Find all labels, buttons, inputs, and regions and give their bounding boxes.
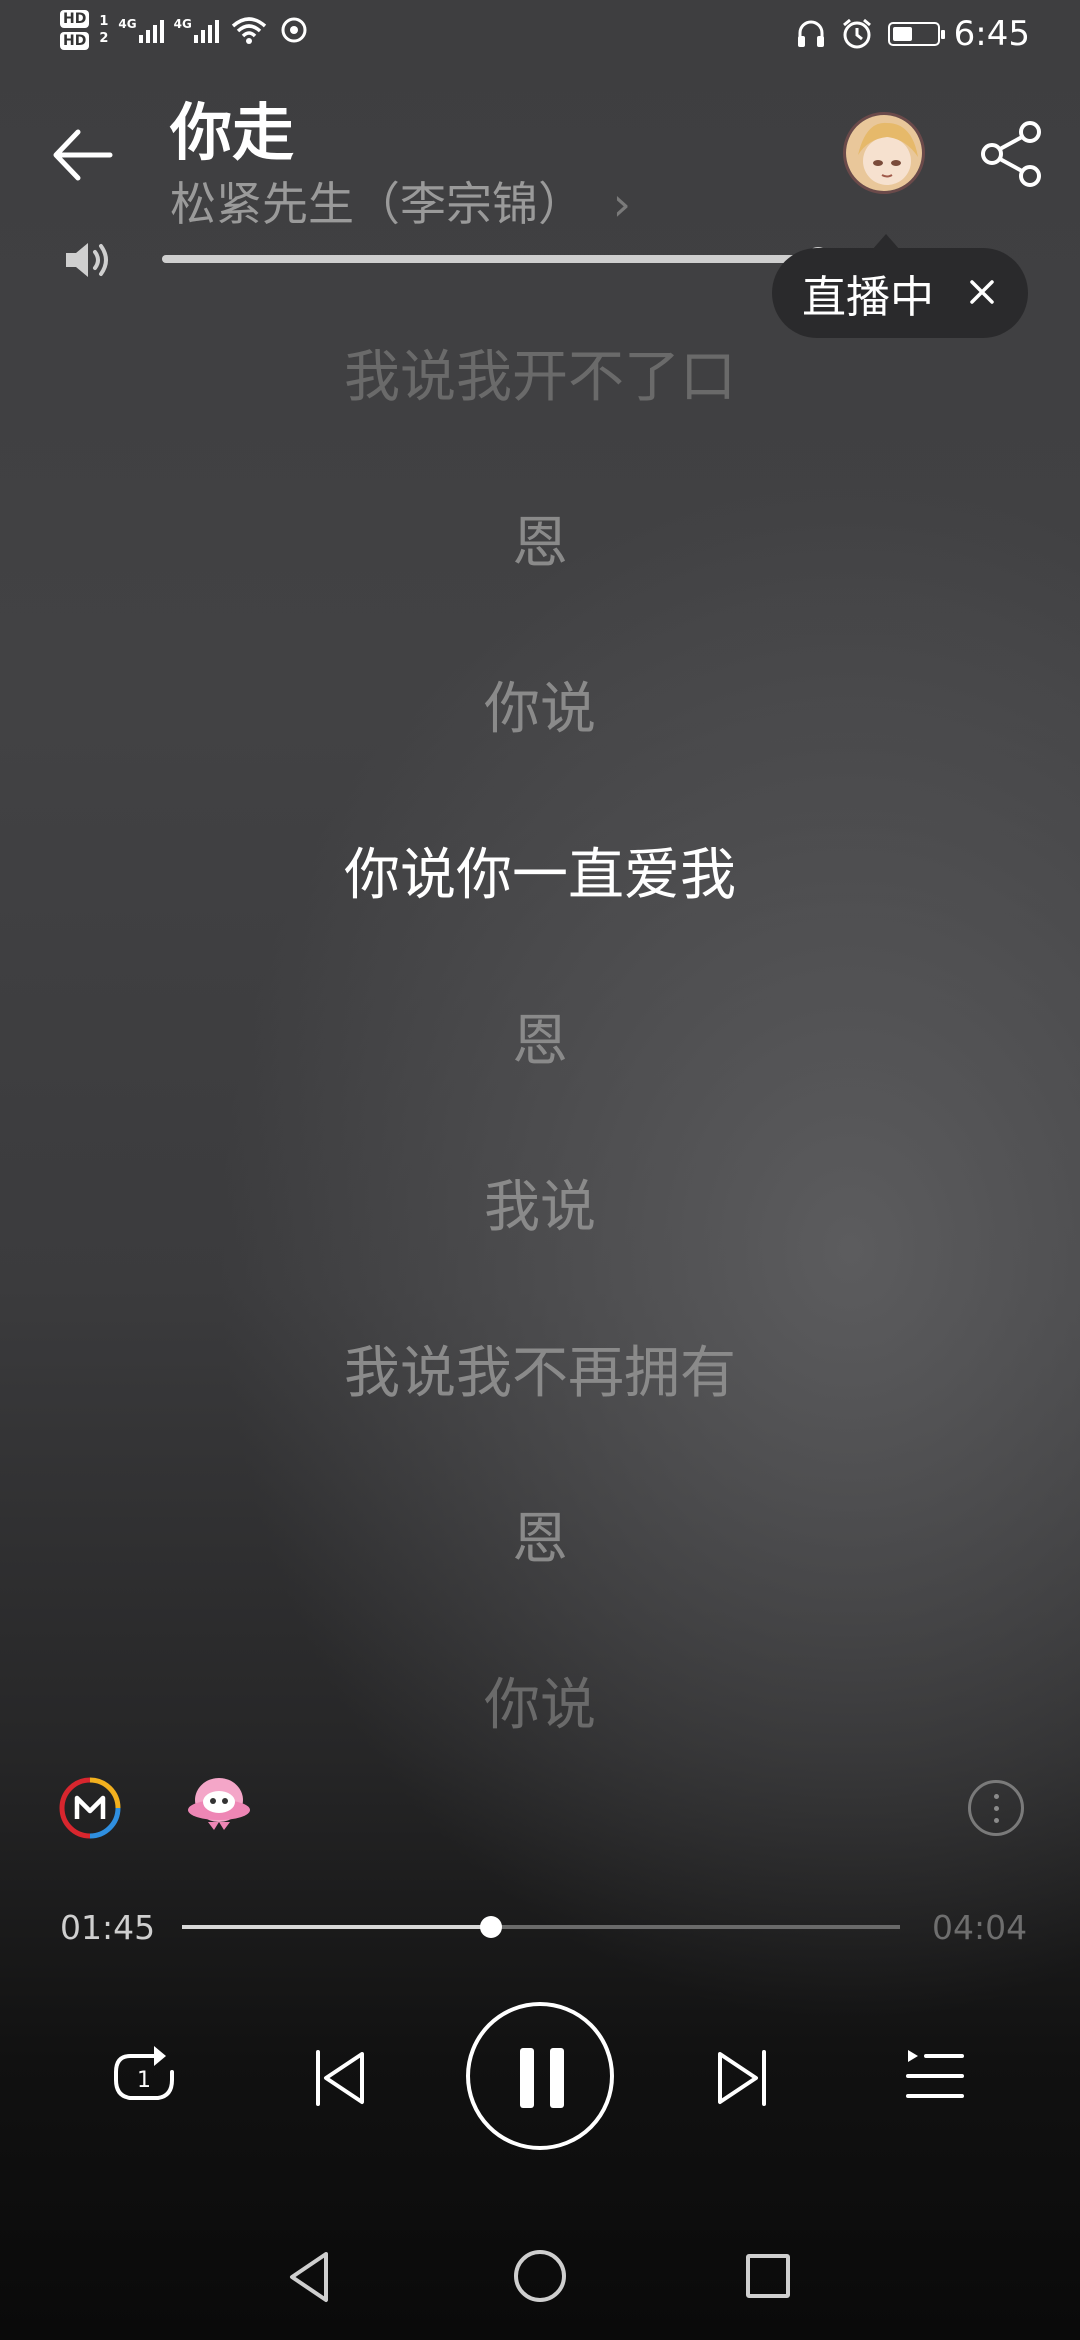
network-label-2: 4G [173,17,192,31]
signal-icon [138,17,164,43]
headphones-icon [797,20,824,47]
status-left: HD HD 1 2 4G 4G [60,10,309,50]
hotspot-icon [281,17,307,43]
status-bar: HD HD 1 2 4G 4G 6:45 [0,0,1080,72]
artist-avatar[interactable] [843,112,925,194]
progress-fill [182,1925,491,1929]
next-track-icon[interactable] [714,2048,770,2108]
repeat-one-label: 1 [137,2068,151,2093]
network-label-1: 4G [118,17,137,31]
signal-icon [193,17,219,43]
repeat-one-icon[interactable]: 1 [108,2042,180,2112]
wifi-icon [231,17,266,44]
lyric-line[interactable]: 你说 [0,1660,1080,1741]
pause-button[interactable] [466,2002,614,2150]
live-label: 直播中 [802,272,934,323]
back-arrow-icon[interactable] [48,120,118,190]
sim-labels: 1 2 [99,13,108,47]
more-options-button[interactable] [968,1780,1024,1836]
avatar-image [846,115,922,191]
volume-icon[interactable] [62,238,112,282]
total-time: 04:04 [932,1908,1028,1947]
lyric-line[interactable]: 我说我开不了口 [0,332,1080,413]
playlist-icon[interactable] [904,2046,966,2108]
signal-1: 4G [118,17,164,43]
hd-badge-1: HD [60,10,90,28]
battery-icon [887,22,945,46]
lyric-line[interactable]: 我说我不再拥有 [0,1328,1080,1409]
sim-label-1: 1 [99,14,109,29]
lyric-line[interactable]: 恩 [0,996,1080,1077]
song-title: 你走 [170,96,295,169]
lyric-line[interactable]: 我说 [0,1162,1080,1243]
lyric-line[interactable]: 恩 [0,498,1080,579]
alarm-icon [842,18,871,49]
lyric-line[interactable]: 你说 [0,664,1080,745]
nav-recents-icon[interactable] [746,2254,790,2298]
progress-handle[interactable] [480,1916,502,1938]
signal-2: 4G [174,17,219,43]
artist-name: 松紧先生（李宗锦） [170,177,584,231]
mv-icon[interactable] [58,1776,122,1840]
lyric-line-current[interactable]: 你说你一直爱我 [0,830,1080,911]
chevron-right-icon: › [612,177,632,231]
status-right: 6:45 [796,14,1030,54]
volume-slider-fill [162,255,818,263]
current-time: 01:45 [60,1908,156,1947]
nav-back-icon[interactable] [284,2250,334,2304]
share-icon[interactable] [975,118,1047,190]
close-icon[interactable] [962,272,1002,312]
hd-badges: HD HD [60,10,90,50]
progress-slider[interactable] [182,1916,900,1938]
nav-home-icon[interactable] [514,2250,566,2302]
artist-link[interactable]: 松紧先生（李宗锦） › [170,168,631,234]
previous-track-icon[interactable] [312,2048,368,2108]
lyric-line[interactable]: 恩 [0,1494,1080,1575]
hd-badge-2: HD [60,32,90,50]
pink-mascot-icon[interactable] [186,1770,252,1836]
status-time: 6:45 [953,14,1030,54]
live-tooltip[interactable]: 直播中 [772,234,1028,338]
sim-label-2: 2 [99,31,109,46]
